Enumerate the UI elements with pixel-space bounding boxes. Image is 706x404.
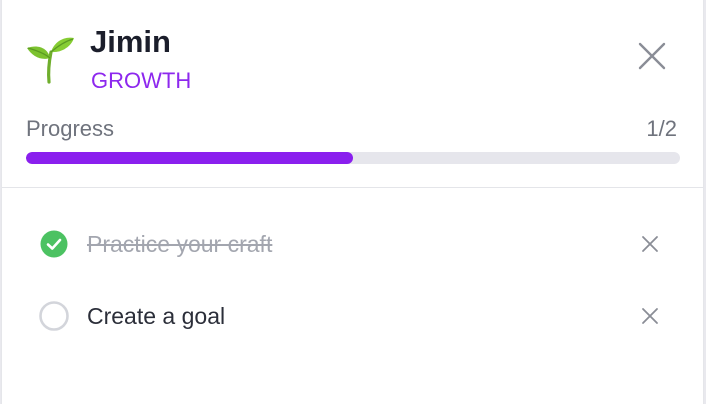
goal-panel: Jimin GROWTH Progress 1/2 Practice your … (1, 0, 704, 404)
progress-label: Progress (26, 116, 115, 141)
check-circle-icon[interactable] (39, 229, 69, 259)
close-icon[interactable] (636, 302, 664, 330)
seedling-icon (27, 37, 74, 84)
task-item: Practice your craft (2, 219, 703, 269)
progress-bar-fill (26, 152, 353, 164)
progress-bar (26, 152, 680, 164)
close-icon[interactable] (630, 34, 674, 78)
close-icon[interactable] (636, 230, 664, 258)
task-item: Create a goal (2, 291, 703, 341)
category-label: GROWTH (91, 68, 192, 93)
task-label: Create a goal (87, 303, 226, 329)
task-label: Practice your craft (87, 231, 273, 257)
user-name: Jimin (90, 24, 171, 59)
progress-count: 1/2 (646, 116, 677, 141)
empty-circle-icon[interactable] (39, 301, 69, 331)
panel-header: Jimin GROWTH Progress 1/2 (2, 0, 703, 188)
